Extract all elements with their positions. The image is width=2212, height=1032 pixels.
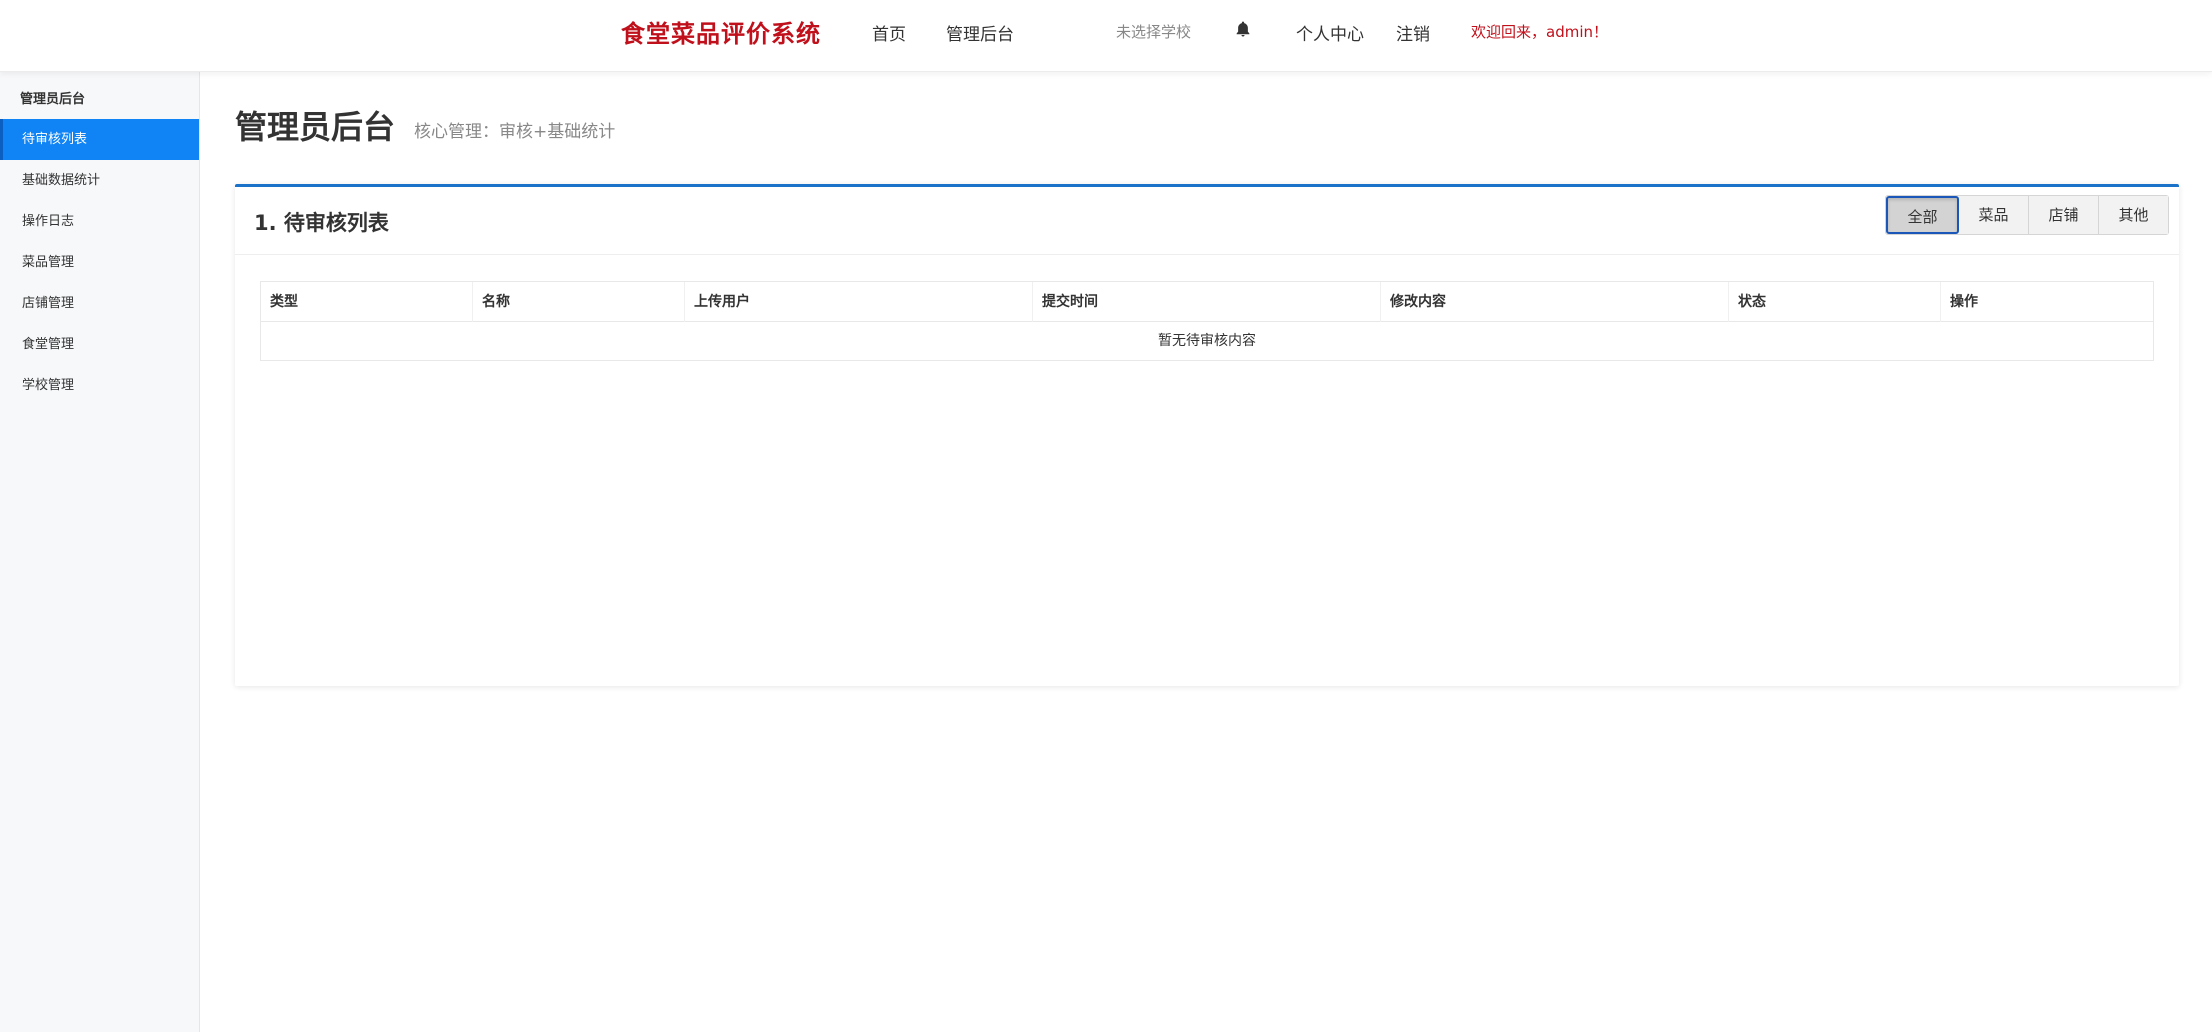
- card-title: 1. 待审核列表: [254, 211, 389, 235]
- filter-dish-button[interactable]: 菜品: [1959, 196, 2029, 234]
- sidebar-item-school-management[interactable]: 学校管理: [0, 365, 199, 406]
- filter-all-button[interactable]: 全部: [1886, 196, 1959, 234]
- table-header-row: 类型 名称 上传用户 提交时间 修改内容 状态 操作: [261, 282, 2153, 322]
- filter-button-group: 全部 菜品 店铺 其他: [1885, 195, 2169, 235]
- sidebar-item-canteen-management[interactable]: 食堂管理: [0, 324, 199, 365]
- app-brand[interactable]: 食堂菜品评价系统: [621, 14, 821, 49]
- top-navbar: 食堂菜品评价系统 首页 管理后台 未选择学校 个人中心 注销 欢迎回来，admi…: [0, 0, 2212, 72]
- column-header-actions: 操作: [1950, 294, 1978, 310]
- sidebar-item-dish-management[interactable]: 菜品管理: [0, 242, 199, 283]
- sidebar-heading: 管理员后台: [20, 92, 86, 107]
- filter-other-button[interactable]: 其他: [2099, 196, 2168, 234]
- pending-review-table: 类型 名称 上传用户 提交时间 修改内容 状态 操作 暂无待审核内容: [260, 281, 2154, 361]
- column-header-submit-time: 提交时间: [1033, 282, 1381, 322]
- column-header-name: 名称: [473, 282, 685, 322]
- column-header-uploader: 上传用户: [685, 282, 1033, 322]
- page-title: 管理员后台: [235, 108, 396, 146]
- filter-shop-button[interactable]: 店铺: [2029, 196, 2099, 234]
- page-subtitle: 核心管理：审核+基础统计: [414, 122, 616, 142]
- column-header-status: 状态: [1729, 282, 1941, 322]
- sidebar-item-shop-management[interactable]: 店铺管理: [0, 283, 199, 324]
- card-header: 1. 待审核列表 全部 菜品 店铺 其他: [235, 187, 2179, 255]
- sidebar-item-operation-log[interactable]: 操作日志: [0, 201, 199, 242]
- sidebar-menu: 待审核列表 基础数据统计 操作日志 菜品管理 店铺管理 食堂管理 学校管理: [0, 119, 199, 406]
- nav-admin-link[interactable]: 管理后台: [946, 20, 1014, 45]
- nav-home-link[interactable]: 首页: [872, 20, 906, 45]
- column-header-type: 类型: [261, 282, 473, 322]
- welcome-message: 欢迎回来，admin！: [1471, 23, 1609, 41]
- sidebar-item-basic-stats[interactable]: 基础数据统计: [0, 160, 199, 201]
- sidebar: 管理员后台 待审核列表 基础数据统计 操作日志 菜品管理 店铺管理 食堂管理 学…: [0, 72, 200, 1032]
- school-selector[interactable]: 未选择学校: [1116, 21, 1191, 42]
- column-header-changes: 修改内容: [1381, 282, 1729, 322]
- nav-profile-link[interactable]: 个人中心: [1296, 20, 1364, 45]
- pending-review-card: 1. 待审核列表 全部 菜品 店铺 其他 类型 名称 上传用户 提交时间 修改内…: [235, 184, 2179, 686]
- sidebar-item-pending-review[interactable]: 待审核列表: [0, 119, 199, 160]
- bell-icon[interactable]: [1234, 19, 1252, 39]
- empty-table-message: 暂无待审核内容: [1158, 333, 1256, 349]
- nav-logout-link[interactable]: 注销: [1396, 20, 1430, 45]
